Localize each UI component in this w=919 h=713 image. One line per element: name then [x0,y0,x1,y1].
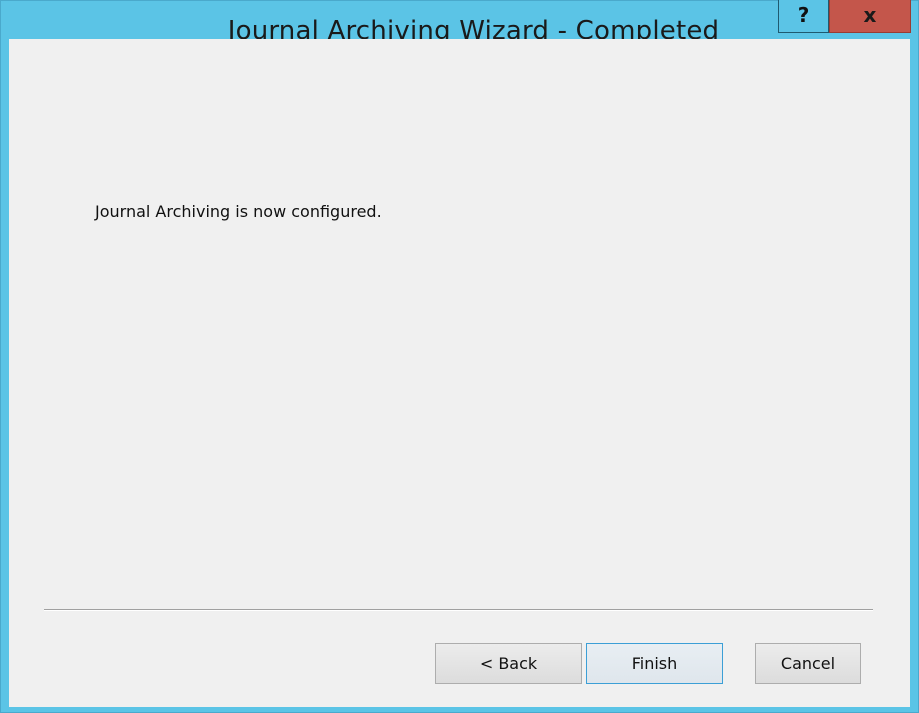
back-button[interactable]: < Back [435,643,582,684]
finish-button[interactable]: Finish [586,643,723,684]
wizard-window: Journal Archiving Wizard - Completed ? x… [0,0,919,713]
cancel-button[interactable]: Cancel [755,643,861,684]
close-button[interactable]: x [829,0,911,33]
completion-message: Journal Archiving is now configured. [95,202,382,221]
help-button[interactable]: ? [778,0,829,33]
button-separator [44,609,873,611]
wizard-content-area: Journal Archiving is now configured. < B… [9,39,910,707]
